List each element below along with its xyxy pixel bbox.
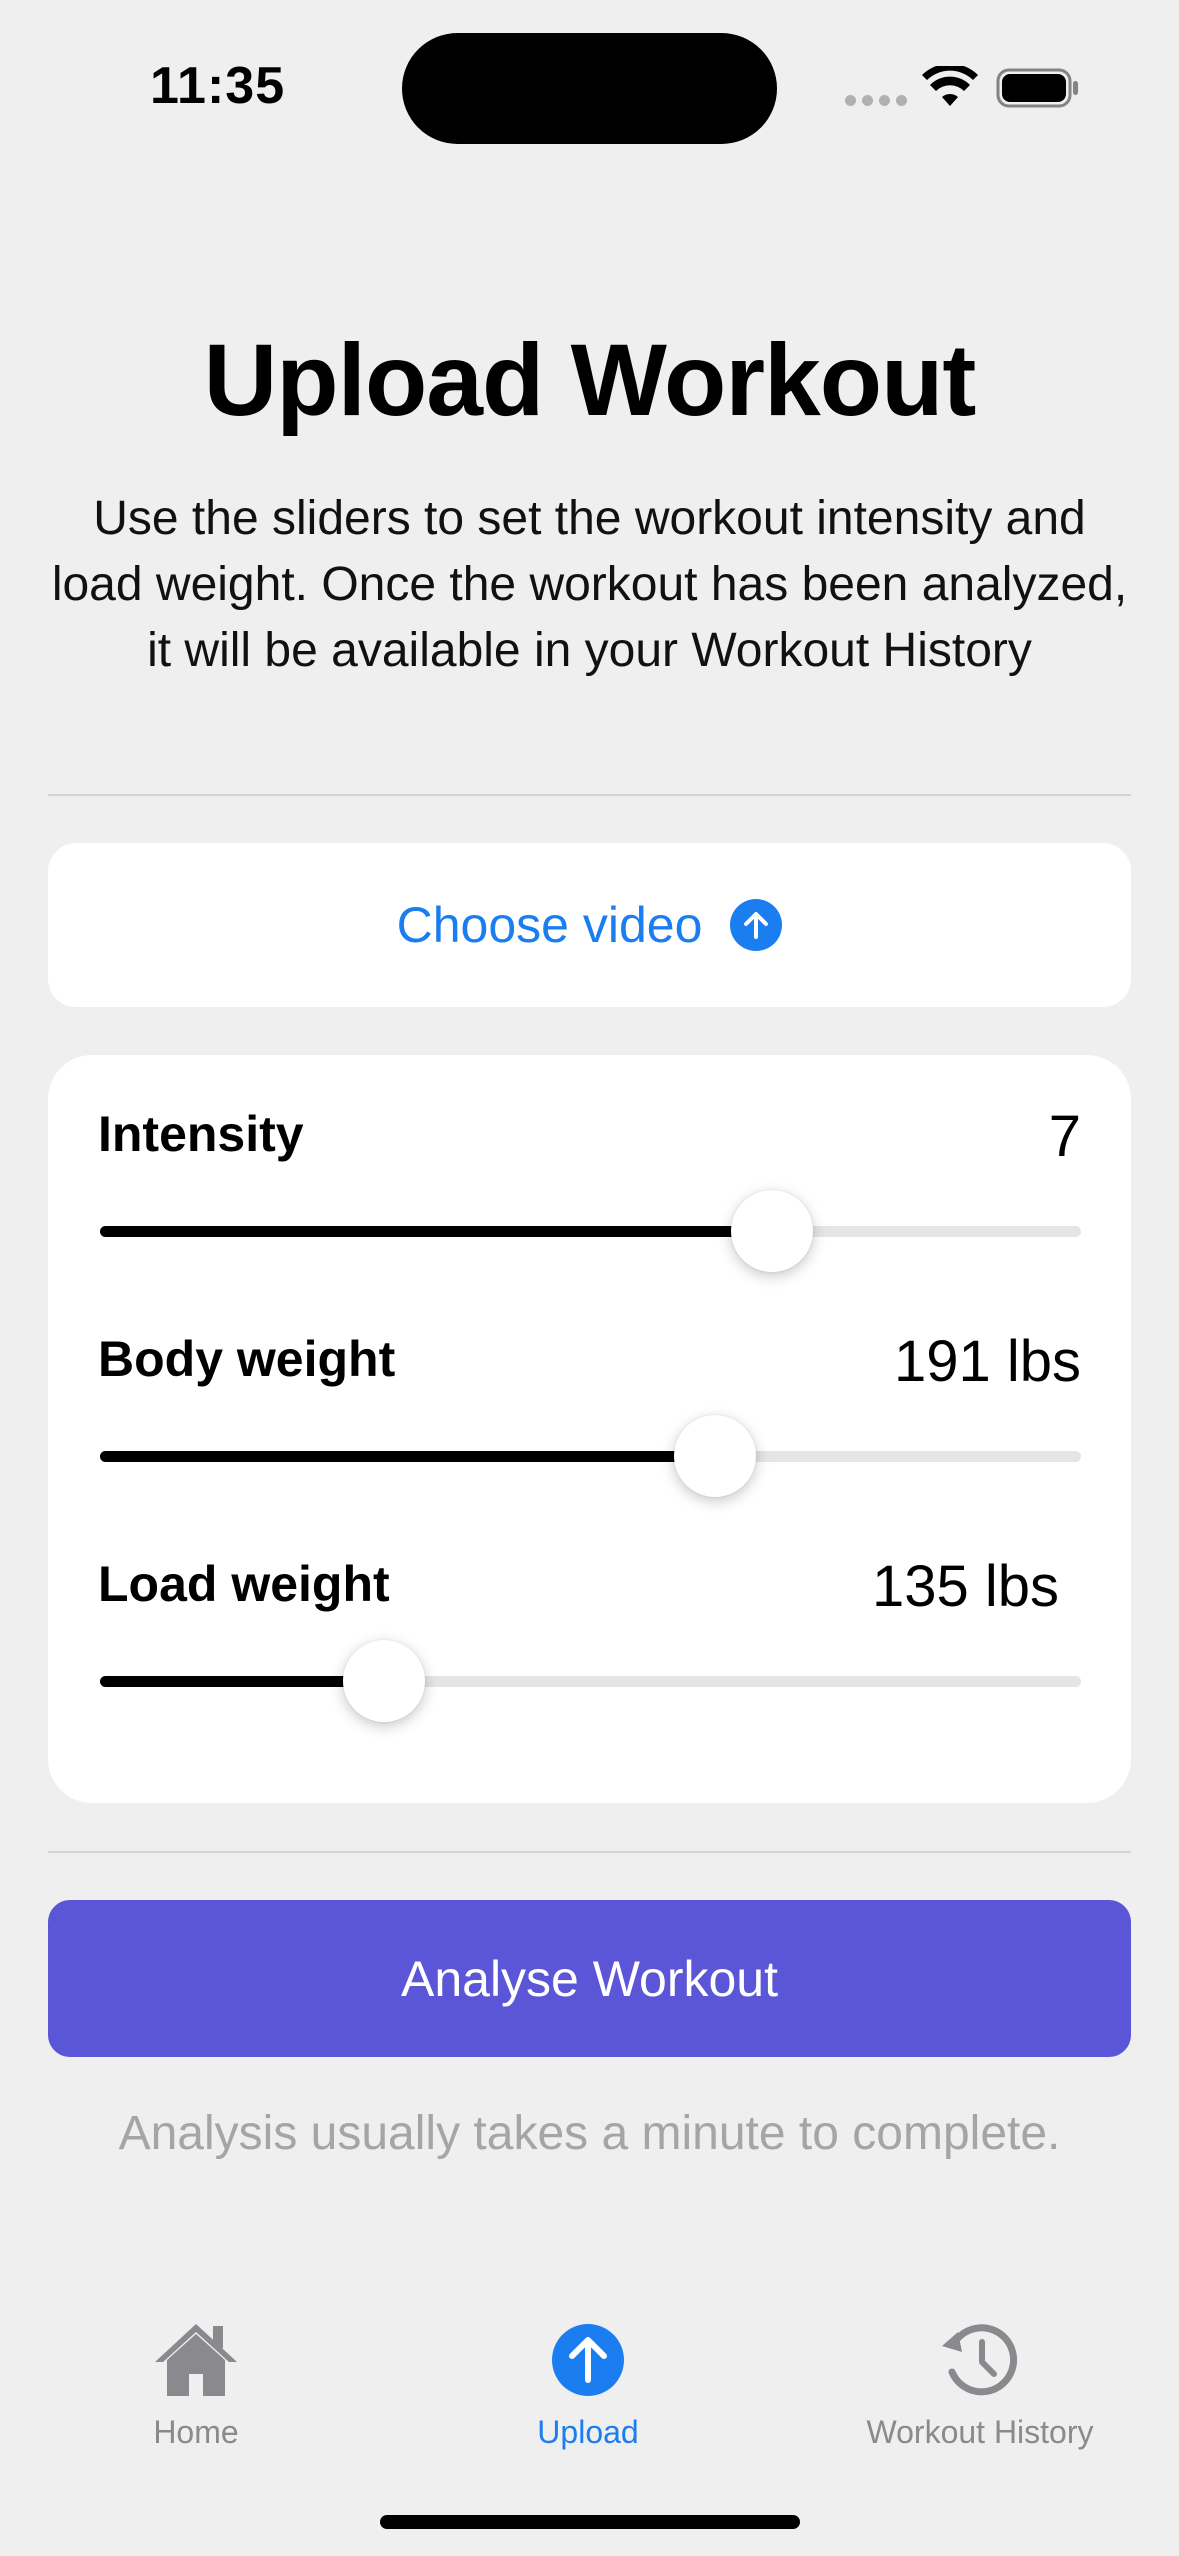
page-description: Use the sliders to set the workout inten…	[51, 492, 1128, 677]
analyse-workout-label: Analyse Workout	[400, 1950, 779, 2007]
intensity-slider-fill	[100, 1226, 772, 1237]
load-weight-slider-thumb[interactable]	[343, 1640, 426, 1722]
body-weight-slider-fill	[100, 1451, 716, 1462]
body-weight-value: 191 lbs	[893, 1329, 1081, 1394]
page-title: Upload Workout	[203, 323, 977, 437]
battery-icon	[996, 68, 1078, 108]
body-weight-slider[interactable]	[100, 1415, 1081, 1497]
dynamic-island	[402, 33, 777, 144]
load-weight-slider-fill	[100, 1676, 385, 1687]
home-indicator	[380, 2515, 800, 2529]
upload-workout-screen: 11:35 Upload Workout Use the sliders to …	[0, 0, 1179, 2556]
choose-video-label: Choose video	[396, 897, 703, 953]
arrow-up-circle-icon	[552, 2324, 624, 2396]
history-clock-icon	[942, 2324, 1018, 2396]
status-time: 11:35	[150, 57, 286, 115]
body-weight-label: Body weight	[98, 1331, 396, 1387]
load-weight-label: Load weight	[98, 1556, 390, 1612]
tab-upload-label: Upload	[537, 2414, 639, 2450]
sliders-card: Intensity 7 Body weight 191 lbs Load wei…	[48, 1055, 1131, 1803]
cellular-signal-icon	[845, 95, 907, 106]
intensity-label: Intensity	[98, 1106, 304, 1162]
body-weight-slider-thumb[interactable]	[674, 1415, 757, 1497]
choose-video-button[interactable]: Choose video	[48, 843, 1131, 1007]
load-weight-value: 135 lbs	[871, 1554, 1059, 1619]
body-weight-slider-group: Body weight 191 lbs	[98, 1280, 1081, 1497]
tab-workout-history-label: Workout History	[866, 2414, 1094, 2450]
tab-workout-history[interactable]: Workout History	[815, 2320, 1145, 2451]
tab-upload[interactable]: Upload	[423, 2320, 753, 2451]
wifi-icon	[922, 66, 978, 106]
house-icon	[155, 2324, 237, 2396]
analysis-note: Analysis usually takes a minute to compl…	[118, 2107, 1061, 2160]
load-weight-slider[interactable]	[100, 1640, 1081, 1722]
analyse-workout-button[interactable]: Analyse Workout	[48, 1900, 1131, 2057]
intensity-value: 7	[1048, 1104, 1081, 1169]
top-divider	[48, 794, 1131, 796]
load-weight-slider-group: Load weight 135 lbs	[98, 1505, 1081, 1722]
tab-home-label: Home	[153, 2414, 239, 2450]
intensity-slider-thumb[interactable]	[730, 1190, 813, 1272]
tab-home[interactable]: Home	[31, 2320, 361, 2451]
arrow-up-circle-icon	[730, 899, 783, 951]
bottom-divider	[48, 1851, 1131, 1853]
intensity-slider[interactable]	[100, 1190, 1081, 1272]
intensity-slider-group: Intensity 7	[98, 1055, 1081, 1272]
